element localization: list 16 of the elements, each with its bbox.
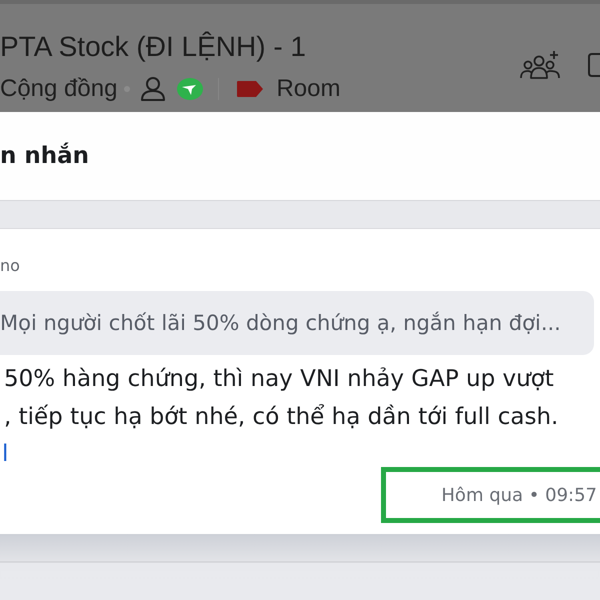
quoted-text: Mọi người chốt lãi 50% dòng chứng ạ, ngắn hạn đợi...: [0, 311, 561, 335]
tag-icon: [236, 80, 264, 98]
message-text: , tiếp tục hạ bớt nhé, có thể hạ dần tới full cash.: [3, 403, 558, 432]
category-label: Cộng đồng: [0, 75, 118, 103]
message-link[interactable]: l: [0, 436, 8, 472]
person-icon[interactable]: [140, 77, 166, 101]
message-timestamp: Hôm qua • 09:57: [441, 484, 597, 506]
add-members-icon[interactable]: [520, 50, 560, 80]
square-outline-icon[interactable]: [588, 53, 600, 77]
sender-name: no: [0, 256, 20, 276]
message-text: 50% hàng chứng, thì nay VNI nhảy GAP up vượt: [3, 365, 554, 394]
panel-title: n nhắn: [0, 143, 90, 169]
group-title: PTA Stock (ĐI LỆNH) - 1: [0, 30, 307, 64]
chat-badge-icon[interactable]: [176, 77, 204, 101]
quoted-message[interactable]: Mọi người chốt lãi 50% dòng chứng ạ, ngắn hạn đợi...: [0, 291, 594, 355]
tag-label: Room: [276, 75, 340, 103]
